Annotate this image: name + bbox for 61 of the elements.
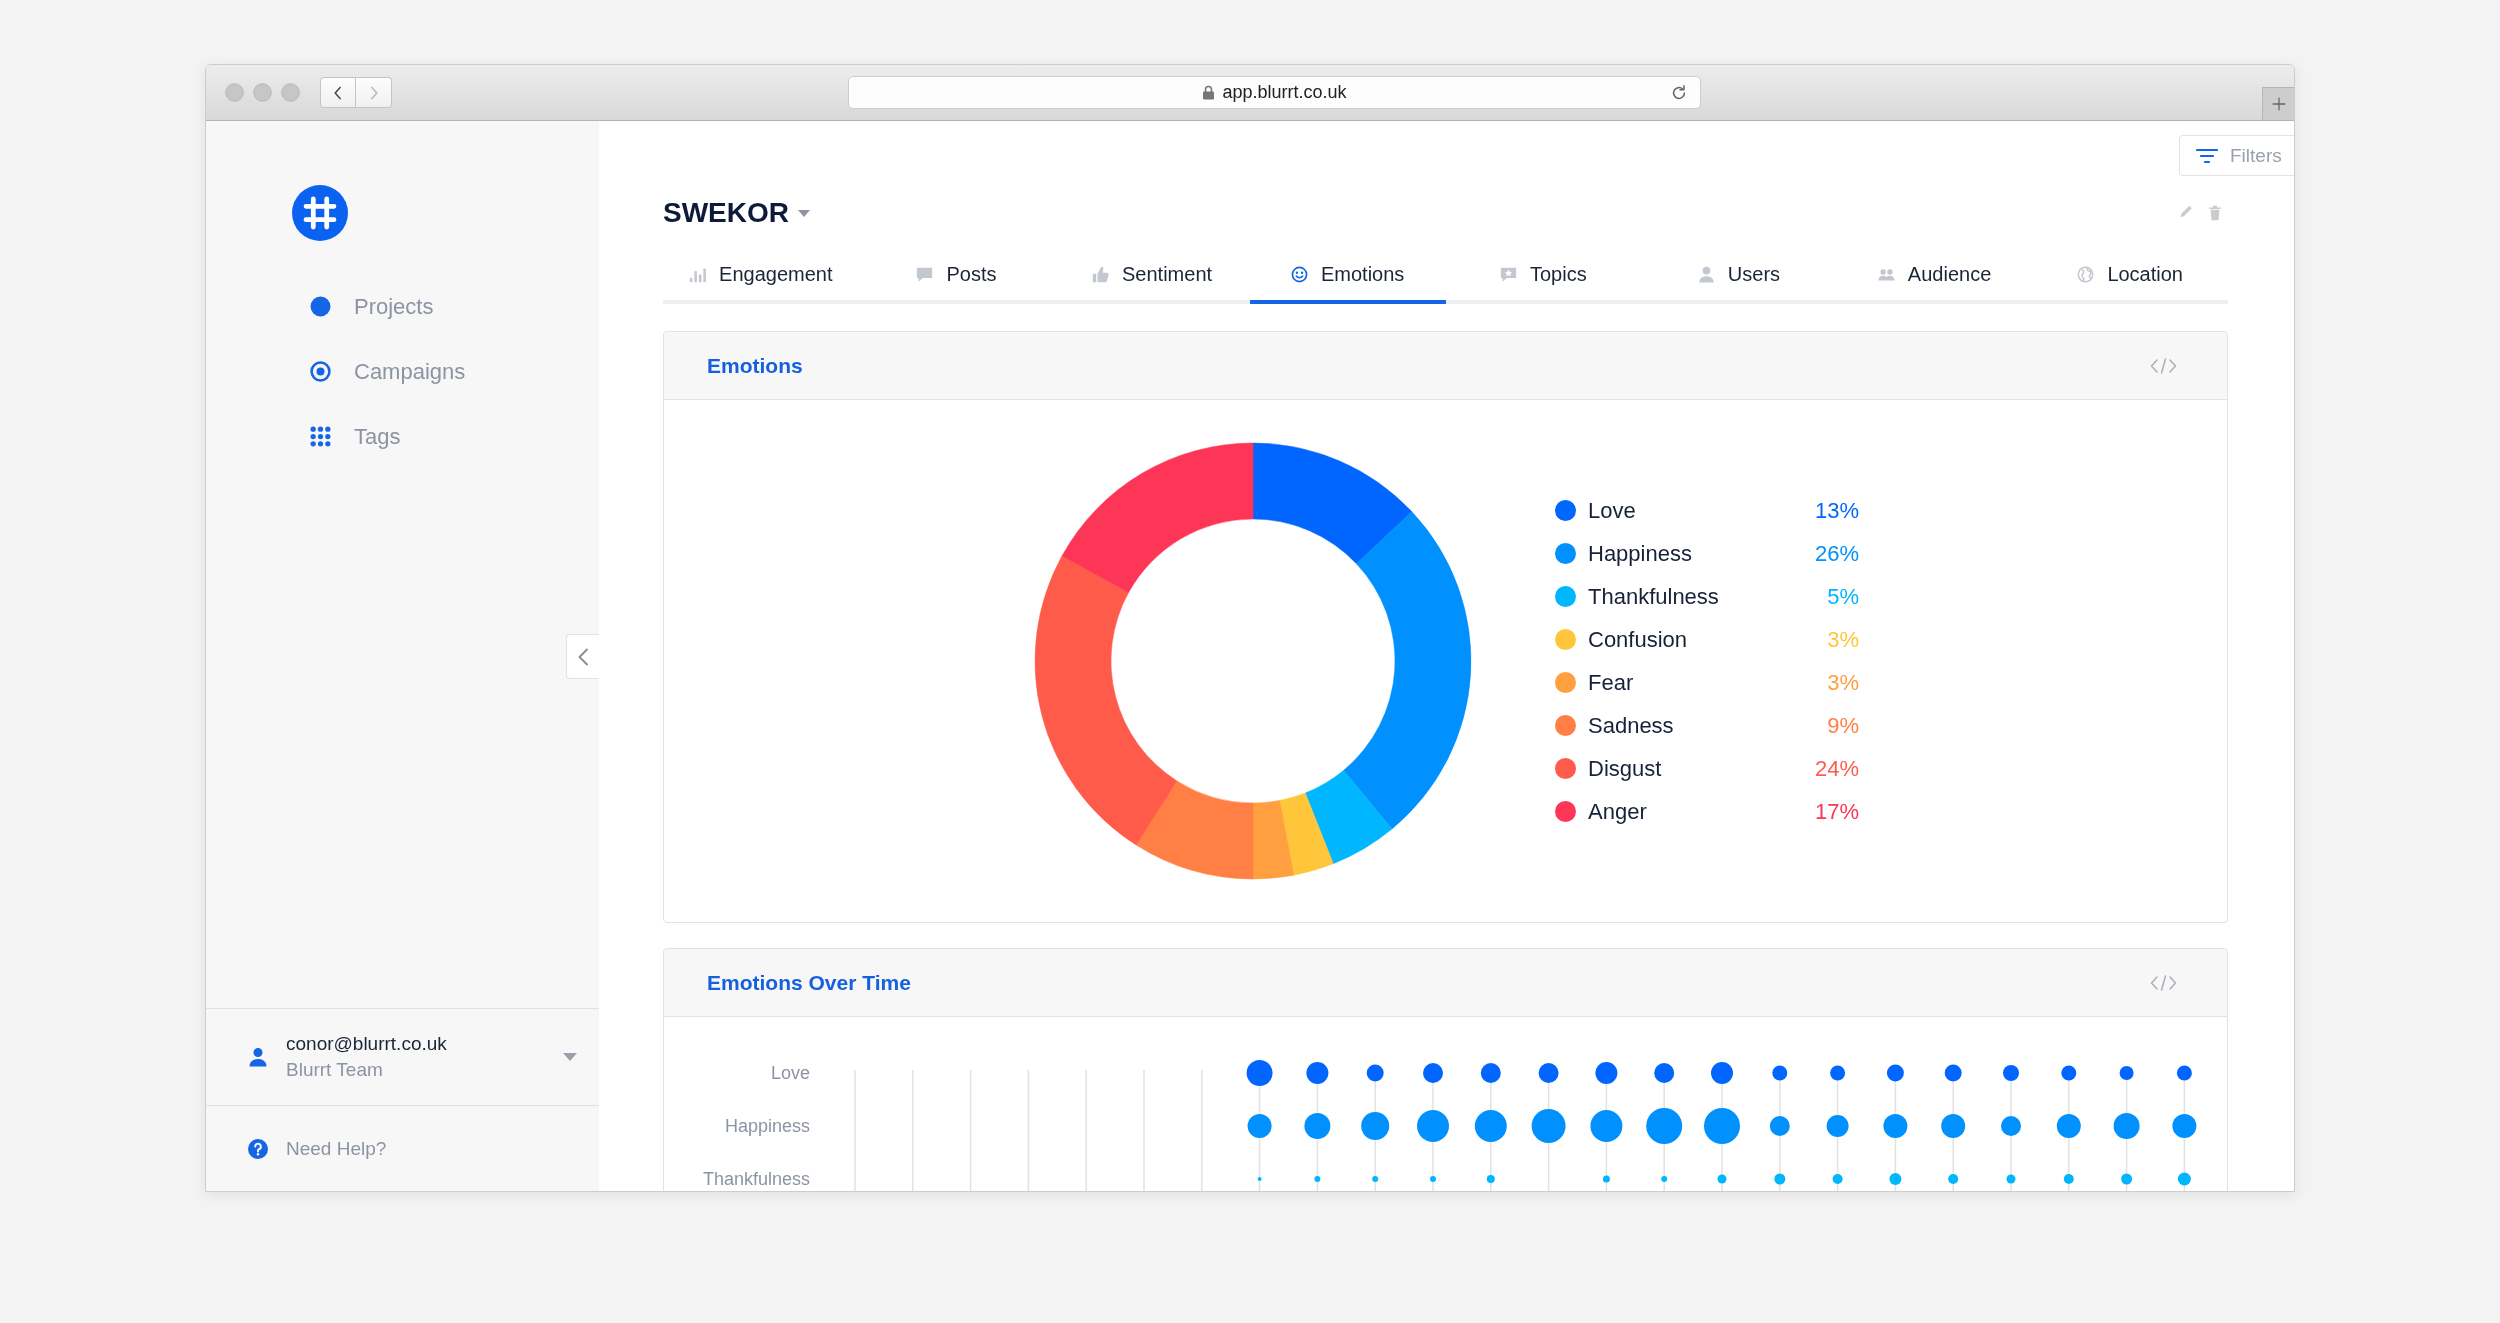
code-icon[interactable] [2150,974,2177,991]
filled-circle-icon [310,296,331,317]
plus-icon [2271,97,2286,111]
legend-percent: 17% [1814,798,1859,825]
legend-label: Fear [1588,669,1634,696]
legend-label: Happiness [1588,540,1692,567]
thumbs-up-icon [1092,265,1110,283]
legend-label: Thankfulness [1588,583,1719,610]
chevron-left-icon [577,647,589,666]
panel-title: Emotions Over Time [707,970,911,995]
lock-icon [1202,85,1216,100]
tab[interactable]: Audience [1836,248,2033,304]
row-label: Love [770,1062,810,1085]
smiley-icon [1291,265,1308,283]
target-icon [310,361,331,382]
hashtag-logo[interactable] [292,185,348,241]
window-control-icon[interactable] [225,83,244,102]
legend-label: Disgust [1588,755,1662,782]
back-button[interactable] [320,77,356,108]
caret-icon[interactable] [798,209,810,217]
code-icon[interactable] [2150,357,2177,374]
filter-icon [2196,147,2218,164]
tab[interactable]: Posts [858,248,1055,304]
tab[interactable]: Emotions [1249,248,1446,304]
row-label: Thankfulness [702,1168,810,1191]
person-icon [1697,265,1715,283]
legend-label: Sadness [1588,712,1674,739]
reload-icon[interactable] [1670,83,1688,102]
tab[interactable]: Location [2032,248,2228,304]
dot-grid-icon [310,426,331,447]
user-email: conor@blurrt.co.uk [286,1033,447,1055]
tab[interactable]: Topics [1445,248,1642,304]
star-bubble-icon [1499,265,1517,283]
legend-percent: 3% [1827,669,1859,696]
window-control-icon[interactable] [253,83,272,102]
collapse-sidebar-button[interactable] [566,634,599,679]
project-title: SWEKOR [663,197,789,229]
legend-percent: 13% [1814,497,1859,524]
person-icon [248,1047,268,1067]
caret-icon[interactable] [563,1053,577,1061]
legend-percent: 24% [1814,755,1859,782]
globe-icon [2077,265,2095,283]
tab[interactable]: Sentiment [1054,248,1250,304]
legend-percent: 5% [1827,583,1859,610]
question-circle-icon [248,1138,268,1159]
legend-label: Love [1588,497,1636,524]
legend-percent: 26% [1814,540,1859,567]
tab[interactable]: Users [1641,248,1837,304]
row-label: Happiness [724,1115,810,1138]
speech-bubble-icon [916,265,934,283]
legend-percent: 9% [1827,712,1859,739]
team-name: Blurrt Team [286,1059,384,1081]
trash-icon[interactable] [2207,205,2223,221]
window-control-icon[interactable] [281,83,300,102]
legend-label: Anger [1588,798,1647,825]
address-bar[interactable]: app.blurrt.co.uk [848,76,1701,109]
legend-percent: 3% [1827,626,1859,653]
tab[interactable]: Engagement [663,248,859,304]
panel-title: Emotions [707,353,803,378]
legend-label: Confusion [1588,626,1688,653]
new-tab-button[interactable] [2262,87,2294,120]
